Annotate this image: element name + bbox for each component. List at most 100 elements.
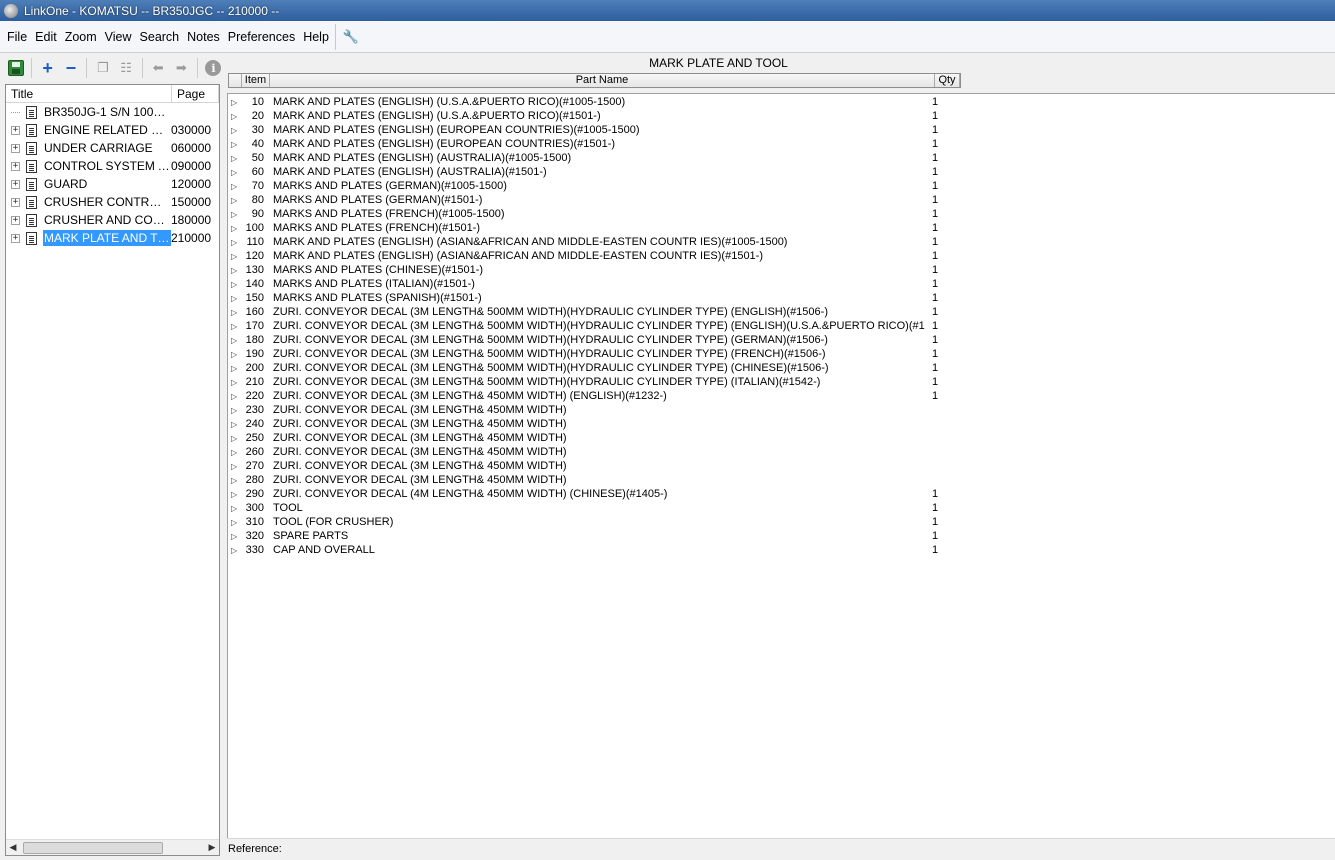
menu-notes[interactable]: Notes — [183, 21, 224, 53]
menu-preferences[interactable]: Preferences — [224, 21, 299, 53]
row-expand-icon[interactable]: ▷ — [228, 196, 244, 205]
parts-row[interactable]: ▷ 50 MARK AND PLATES (ENGLISH) (AUSTRALIA)… — [228, 151, 1335, 165]
parts-row[interactable]: ▷ 40 MARK AND PLATES (ENGLISH) (EUROPEAN C… — [228, 137, 1335, 151]
wrench-icon[interactable]: 🔧 — [340, 26, 362, 48]
parts-row[interactable]: ▷ 230 ZURI. CONVEYOR DECAL (3M LENGTH& 450… — [228, 403, 1335, 417]
expand-icon[interactable]: + — [11, 161, 20, 171]
row-expand-icon[interactable]: ▷ — [228, 378, 244, 387]
row-expand-icon[interactable]: ▷ — [228, 308, 244, 317]
parts-row[interactable]: ▷ 140 MARKS AND PLATES (ITALIAN)(#1501-) 1 — [228, 277, 1335, 291]
menu-search[interactable]: Search — [136, 21, 184, 53]
parts-row[interactable]: ▷ 20 MARK AND PLATES (ENGLISH) (U.S.A.&PUE… — [228, 109, 1335, 123]
row-expand-icon[interactable]: ▷ — [228, 210, 244, 219]
parts-row[interactable]: ▷ 280 ZURI. CONVEYOR DECAL (3M LENGTH& 450… — [228, 473, 1335, 487]
row-expand-icon[interactable]: ▷ — [228, 280, 244, 289]
parts-row[interactable]: ▷ 160 ZURI. CONVEYOR DECAL (3M LENGTH& 500… — [228, 305, 1335, 319]
menu-file[interactable]: File — [3, 21, 31, 53]
tree-item[interactable]: BR350JG-1 S/N 1005-U... — [6, 103, 219, 121]
row-expand-icon[interactable]: ▷ — [228, 294, 244, 303]
copy-icon[interactable]: ❐ — [92, 57, 113, 79]
row-expand-icon[interactable]: ▷ — [228, 518, 244, 527]
row-expand-icon[interactable]: ▷ — [228, 448, 244, 457]
row-expand-icon[interactable]: ▷ — [228, 98, 244, 107]
parts-row[interactable]: ▷ 120 MARK AND PLATES (ENGLISH) (ASIAN&AFR… — [228, 249, 1335, 263]
row-expand-icon[interactable]: ▷ — [228, 364, 244, 373]
parts-row[interactable]: ▷ 300 TOOL 1 — [228, 501, 1335, 515]
scroll-left-icon[interactable]: ◀ — [6, 841, 20, 855]
parts-row[interactable]: ▷ 200 ZURI. CONVEYOR DECAL (3M LENGTH& 500… — [228, 361, 1335, 375]
tree-item[interactable]: + UNDER CARRIAGE 060000 — [6, 139, 219, 157]
parts-row[interactable]: ▷ 180 ZURI. CONVEYOR DECAL (3M LENGTH& 500… — [228, 333, 1335, 347]
forward-icon[interactable]: ➡ — [171, 57, 192, 79]
menu-view[interactable]: View — [101, 21, 136, 53]
back-icon[interactable]: ⬅ — [148, 57, 169, 79]
parts-row[interactable]: ▷ 270 ZURI. CONVEYOR DECAL (3M LENGTH& 450… — [228, 459, 1335, 473]
tree-item[interactable]: + GUARD 120000 — [6, 175, 219, 193]
parts-row[interactable]: ▷ 320 SPARE PARTS 1 — [228, 529, 1335, 543]
row-expand-icon[interactable]: ▷ — [228, 140, 244, 149]
expand-icon[interactable]: + — [11, 197, 20, 207]
row-expand-icon[interactable]: ▷ — [228, 420, 244, 429]
row-expand-icon[interactable]: ▷ — [228, 504, 244, 513]
tree-column-title[interactable]: Title — [6, 85, 172, 102]
parts-row[interactable]: ▷ 250 ZURI. CONVEYOR DECAL (3M LENGTH& 450… — [228, 431, 1335, 445]
row-expand-icon[interactable]: ▷ — [228, 532, 244, 541]
scroll-thumb[interactable] — [23, 841, 163, 854]
expand-icon[interactable]: + — [11, 143, 20, 153]
pane-splitter[interactable] — [222, 54, 226, 860]
tree-column-page[interactable]: Page — [172, 85, 219, 102]
row-expand-icon[interactable]: ▷ — [228, 168, 244, 177]
row-expand-icon[interactable]: ▷ — [228, 266, 244, 275]
parts-row[interactable]: ▷ 60 MARK AND PLATES (ENGLISH) (AUSTRALIA)… — [228, 165, 1335, 179]
row-expand-icon[interactable]: ▷ — [228, 126, 244, 135]
row-expand-icon[interactable]: ▷ — [228, 182, 244, 191]
save-button[interactable] — [5, 57, 26, 79]
parts-row[interactable]: ▷ 80 MARKS AND PLATES (GERMAN)(#1501-) 1 — [228, 193, 1335, 207]
parts-row[interactable]: ▷ 150 MARKS AND PLATES (SPANISH)(#1501-) 1 — [228, 291, 1335, 305]
parts-row[interactable]: ▷ 30 MARK AND PLATES (ENGLISH) (EUROPEAN C… — [228, 123, 1335, 137]
row-expand-icon[interactable]: ▷ — [228, 406, 244, 415]
parts-row[interactable]: ▷ 130 MARKS AND PLATES (CHINESE)(#1501-) 1 — [228, 263, 1335, 277]
parts-row[interactable]: ▷ 170 ZURI. CONVEYOR DECAL (3M LENGTH& 500… — [228, 319, 1335, 333]
expand-icon[interactable]: + — [11, 215, 20, 225]
header-selector[interactable] — [229, 74, 242, 87]
tree-item[interactable]: + CONTROL SYSTEM AN... 090000 — [6, 157, 219, 175]
parts-row[interactable]: ▷ 330 CAP AND OVERALL 1 — [228, 543, 1335, 557]
parts-row[interactable]: ▷ 210 ZURI. CONVEYOR DECAL (3M LENGTH& 500… — [228, 375, 1335, 389]
tree-item[interactable]: + CRUSHER CONTROL S...150000 — [6, 193, 219, 211]
header-part-name[interactable]: Part Name — [270, 74, 935, 87]
tree-item[interactable]: + ENGINE RELATED PAR... 030000 — [6, 121, 219, 139]
row-expand-icon[interactable]: ▷ — [228, 252, 244, 261]
row-expand-icon[interactable]: ▷ — [228, 490, 244, 499]
row-expand-icon[interactable]: ▷ — [228, 476, 244, 485]
zoom-out-icon[interactable]: − — [60, 57, 81, 79]
tree-horizontal-scrollbar[interactable]: ◀ ▶ — [6, 839, 219, 855]
zoom-in-icon[interactable]: + — [37, 57, 58, 79]
menu-help[interactable]: Help — [299, 21, 333, 53]
expand-icon[interactable]: + — [11, 125, 20, 135]
expand-icon[interactable]: + — [11, 233, 20, 243]
row-expand-icon[interactable]: ▷ — [228, 112, 244, 121]
row-expand-icon[interactable]: ▷ — [228, 336, 244, 345]
menu-zoom[interactable]: Zoom — [61, 21, 101, 53]
row-expand-icon[interactable]: ▷ — [228, 462, 244, 471]
parts-row[interactable]: ▷ 110 MARK AND PLATES (ENGLISH) (ASIAN&AFR… — [228, 235, 1335, 249]
row-expand-icon[interactable]: ▷ — [228, 322, 244, 331]
info-button[interactable]: i — [203, 57, 224, 79]
row-expand-icon[interactable]: ▷ — [228, 392, 244, 401]
parts-row[interactable]: ▷ 10 MARK AND PLATES (ENGLISH) (U.S.A.&PUE… — [228, 95, 1335, 109]
parts-row[interactable]: ▷ 220 ZURI. CONVEYOR DECAL (3M LENGTH& 450… — [228, 389, 1335, 403]
row-expand-icon[interactable]: ▷ — [228, 238, 244, 247]
header-qty[interactable]: Qty — [935, 74, 960, 87]
parts-row[interactable]: ▷ 260 ZURI. CONVEYOR DECAL (3M LENGTH& 450… — [228, 445, 1335, 459]
parts-row[interactable]: ▷ 240 ZURI. CONVEYOR DECAL (3M LENGTH& 450… — [228, 417, 1335, 431]
header-item[interactable]: Item — [242, 74, 270, 87]
parts-row[interactable]: ▷ 310 TOOL (FOR CRUSHER) 1 — [228, 515, 1335, 529]
expand-icon[interactable]: + — [11, 179, 20, 189]
parts-row[interactable]: ▷ 100 MARKS AND PLATES (FRENCH)(#1501-) 1 — [228, 221, 1335, 235]
parts-row[interactable]: ▷ 70 MARKS AND PLATES (GERMAN)(#1005-1500)… — [228, 179, 1335, 193]
parts-row[interactable]: ▷ 290 ZURI. CONVEYOR DECAL (4M LENGTH& 450… — [228, 487, 1335, 501]
tree-item[interactable]: + CRUSHER AND CONVE...180000 — [6, 211, 219, 229]
row-expand-icon[interactable]: ▷ — [228, 350, 244, 359]
parts-row[interactable]: ▷ 190 ZURI. CONVEYOR DECAL (3M LENGTH& 500… — [228, 347, 1335, 361]
